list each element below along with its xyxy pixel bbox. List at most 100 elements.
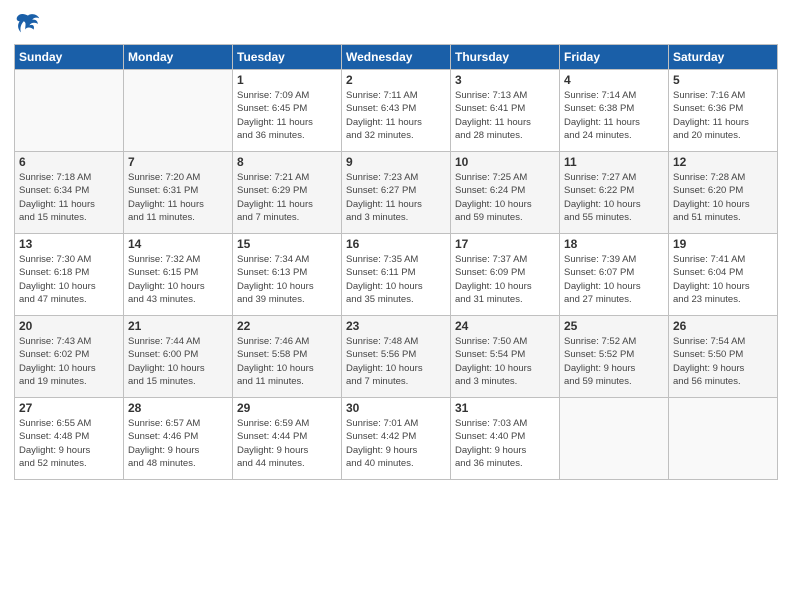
day-cell: 1Sunrise: 7:09 AMSunset: 6:45 PMDaylight…: [233, 70, 342, 152]
daylight-minutes: and 48 minutes.: [128, 457, 228, 470]
daylight-hours: Daylight: 9 hours: [128, 444, 228, 457]
day-info: Sunrise: 7:32 AMSunset: 6:15 PMDaylight:…: [128, 253, 228, 306]
week-row-5: 27Sunrise: 6:55 AMSunset: 4:48 PMDayligh…: [15, 398, 778, 480]
sunrise: Sunrise: 7:03 AM: [455, 417, 555, 430]
daylight-hours: Daylight: 10 hours: [19, 362, 119, 375]
daylight-hours: Daylight: 10 hours: [564, 280, 664, 293]
day-number: 26: [673, 319, 773, 333]
daylight-hours: Daylight: 9 hours: [564, 362, 664, 375]
sunrise: Sunrise: 7:20 AM: [128, 171, 228, 184]
day-info: Sunrise: 7:52 AMSunset: 5:52 PMDaylight:…: [564, 335, 664, 388]
day-cell: 14Sunrise: 7:32 AMSunset: 6:15 PMDayligh…: [124, 234, 233, 316]
day-number: 13: [19, 237, 119, 251]
day-cell: 8 Sunrise: 7:21 AMSunset: 6:29 PMDaylight…: [233, 152, 342, 234]
day-cell: 18Sunrise: 7:39 AMSunset: 6:07 PMDayligh…: [560, 234, 669, 316]
sunset: Sunset: 6:43 PM: [346, 102, 446, 115]
sunrise: Sunrise: 7:54 AM: [673, 335, 773, 348]
day-info: Sunrise: 7:28 AMSunset: 6:20 PMDaylight:…: [673, 171, 773, 224]
sunset: Sunset: 4:44 PM: [237, 430, 337, 443]
daylight-hours: Daylight: 9 hours: [237, 444, 337, 457]
day-info: Sunrise: 6:59 AMSunset: 4:44 PMDaylight:…: [237, 417, 337, 470]
sunset: Sunset: 5:52 PM: [564, 348, 664, 361]
daylight-minutes: and 15 minutes.: [128, 375, 228, 388]
day-number: 28: [128, 401, 228, 415]
daylight-minutes: and 59 minutes.: [455, 211, 555, 224]
daylight-hours: Daylight: 11 hours: [346, 116, 446, 129]
daylight-hours: Daylight: 11 hours: [128, 198, 228, 211]
sunset: Sunset: 4:48 PM: [19, 430, 119, 443]
col-sunday: Sunday: [15, 45, 124, 70]
sunset: Sunset: 6:38 PM: [564, 102, 664, 115]
daylight-hours: Daylight: 10 hours: [455, 198, 555, 211]
day-info: Sunrise: 7:30 AMSunset: 6:18 PMDaylight:…: [19, 253, 119, 306]
day-info: Sunrise: 7:20 AMSunset: 6:31 PMDaylight:…: [128, 171, 228, 224]
sunrise: Sunrise: 6:55 AM: [19, 417, 119, 430]
day-info: Sunrise: 7:46 AMSunset: 5:58 PMDaylight:…: [237, 335, 337, 388]
day-cell: [15, 70, 124, 152]
day-info: Sunrise: 7:34 AMSunset: 6:13 PMDaylight:…: [237, 253, 337, 306]
day-info: Sunrise: 7:21 AMSunset: 6:29 PMDaylight:…: [237, 171, 337, 224]
col-monday: Monday: [124, 45, 233, 70]
day-cell: 9Sunrise: 7:23 AMSunset: 6:27 PMDaylight…: [342, 152, 451, 234]
daylight-hours: Daylight: 11 hours: [237, 116, 337, 129]
day-cell: 12 Sunrise: 7:28 AMSunset: 6:20 PMDayligh…: [669, 152, 778, 234]
day-info: Sunrise: 6:57 AMSunset: 4:46 PMDaylight:…: [128, 417, 228, 470]
col-wednesday: Wednesday: [342, 45, 451, 70]
day-number: 24: [455, 319, 555, 333]
logo: [14, 10, 46, 38]
daylight-hours: Daylight: 10 hours: [128, 362, 228, 375]
day-number: 12: [673, 155, 773, 169]
day-cell: 4Sunrise: 7:14 AMSunset: 6:38 PMDaylight…: [560, 70, 669, 152]
day-cell: 24 Sunrise: 7:50 AMSunset: 5:54 PMDayligh…: [451, 316, 560, 398]
day-cell: 2Sunrise: 7:11 AMSunset: 6:43 PMDaylight…: [342, 70, 451, 152]
day-cell: 16Sunrise: 7:35 AMSunset: 6:11 PMDayligh…: [342, 234, 451, 316]
daylight-minutes: and 11 minutes.: [237, 375, 337, 388]
sunrise: Sunrise: 7:37 AM: [455, 253, 555, 266]
day-number: 1: [237, 73, 337, 87]
day-number: 3: [455, 73, 555, 87]
day-number: 5: [673, 73, 773, 87]
sunset: Sunset: 6:18 PM: [19, 266, 119, 279]
daylight-hours: Daylight: 9 hours: [673, 362, 773, 375]
daylight-hours: Daylight: 10 hours: [237, 362, 337, 375]
daylight-minutes: and 51 minutes.: [673, 211, 773, 224]
daylight-minutes: and 15 minutes.: [19, 211, 119, 224]
daylight-hours: Daylight: 10 hours: [19, 280, 119, 293]
sunset: Sunset: 6:04 PM: [673, 266, 773, 279]
week-row-1: 1Sunrise: 7:09 AMSunset: 6:45 PMDaylight…: [15, 70, 778, 152]
sunset: Sunset: 6:45 PM: [237, 102, 337, 115]
day-info: Sunrise: 7:23 AMSunset: 6:27 PMDaylight:…: [346, 171, 446, 224]
day-number: 4: [564, 73, 664, 87]
sunrise: Sunrise: 7:01 AM: [346, 417, 446, 430]
header-row: Sunday Monday Tuesday Wednesday Thursday…: [15, 45, 778, 70]
sunset: Sunset: 6:22 PM: [564, 184, 664, 197]
day-info: Sunrise: 7:50 AMSunset: 5:54 PMDaylight:…: [455, 335, 555, 388]
daylight-hours: Daylight: 10 hours: [564, 198, 664, 211]
day-number: 25: [564, 319, 664, 333]
day-info: Sunrise: 7:41 AMSunset: 6:04 PMDaylight:…: [673, 253, 773, 306]
sunrise: Sunrise: 7:34 AM: [237, 253, 337, 266]
sunrise: Sunrise: 7:32 AM: [128, 253, 228, 266]
day-cell: 30Sunrise: 7:01 AMSunset: 4:42 PMDayligh…: [342, 398, 451, 480]
page: Sunday Monday Tuesday Wednesday Thursday…: [0, 0, 792, 612]
day-info: Sunrise: 7:44 AMSunset: 6:00 PMDaylight:…: [128, 335, 228, 388]
sunrise: Sunrise: 7:28 AM: [673, 171, 773, 184]
daylight-hours: Daylight: 10 hours: [128, 280, 228, 293]
day-number: 7: [128, 155, 228, 169]
sunrise: Sunrise: 7:52 AM: [564, 335, 664, 348]
day-number: 31: [455, 401, 555, 415]
daylight-hours: Daylight: 11 hours: [346, 198, 446, 211]
day-cell: 25 Sunrise: 7:52 AMSunset: 5:52 PMDayligh…: [560, 316, 669, 398]
day-info: Sunrise: 7:16 AMSunset: 6:36 PMDaylight:…: [673, 89, 773, 142]
daylight-minutes: and 27 minutes.: [564, 293, 664, 306]
sunrise: Sunrise: 7:30 AM: [19, 253, 119, 266]
daylight-minutes: and 31 minutes.: [455, 293, 555, 306]
daylight-minutes: and 40 minutes.: [346, 457, 446, 470]
day-number: 8: [237, 155, 337, 169]
day-number: 11: [564, 155, 664, 169]
daylight-hours: Daylight: 10 hours: [673, 198, 773, 211]
daylight-minutes: and 36 minutes.: [455, 457, 555, 470]
day-info: Sunrise: 7:11 AMSunset: 6:43 PMDaylight:…: [346, 89, 446, 142]
sunset: Sunset: 6:07 PM: [564, 266, 664, 279]
sunrise: Sunrise: 7:48 AM: [346, 335, 446, 348]
